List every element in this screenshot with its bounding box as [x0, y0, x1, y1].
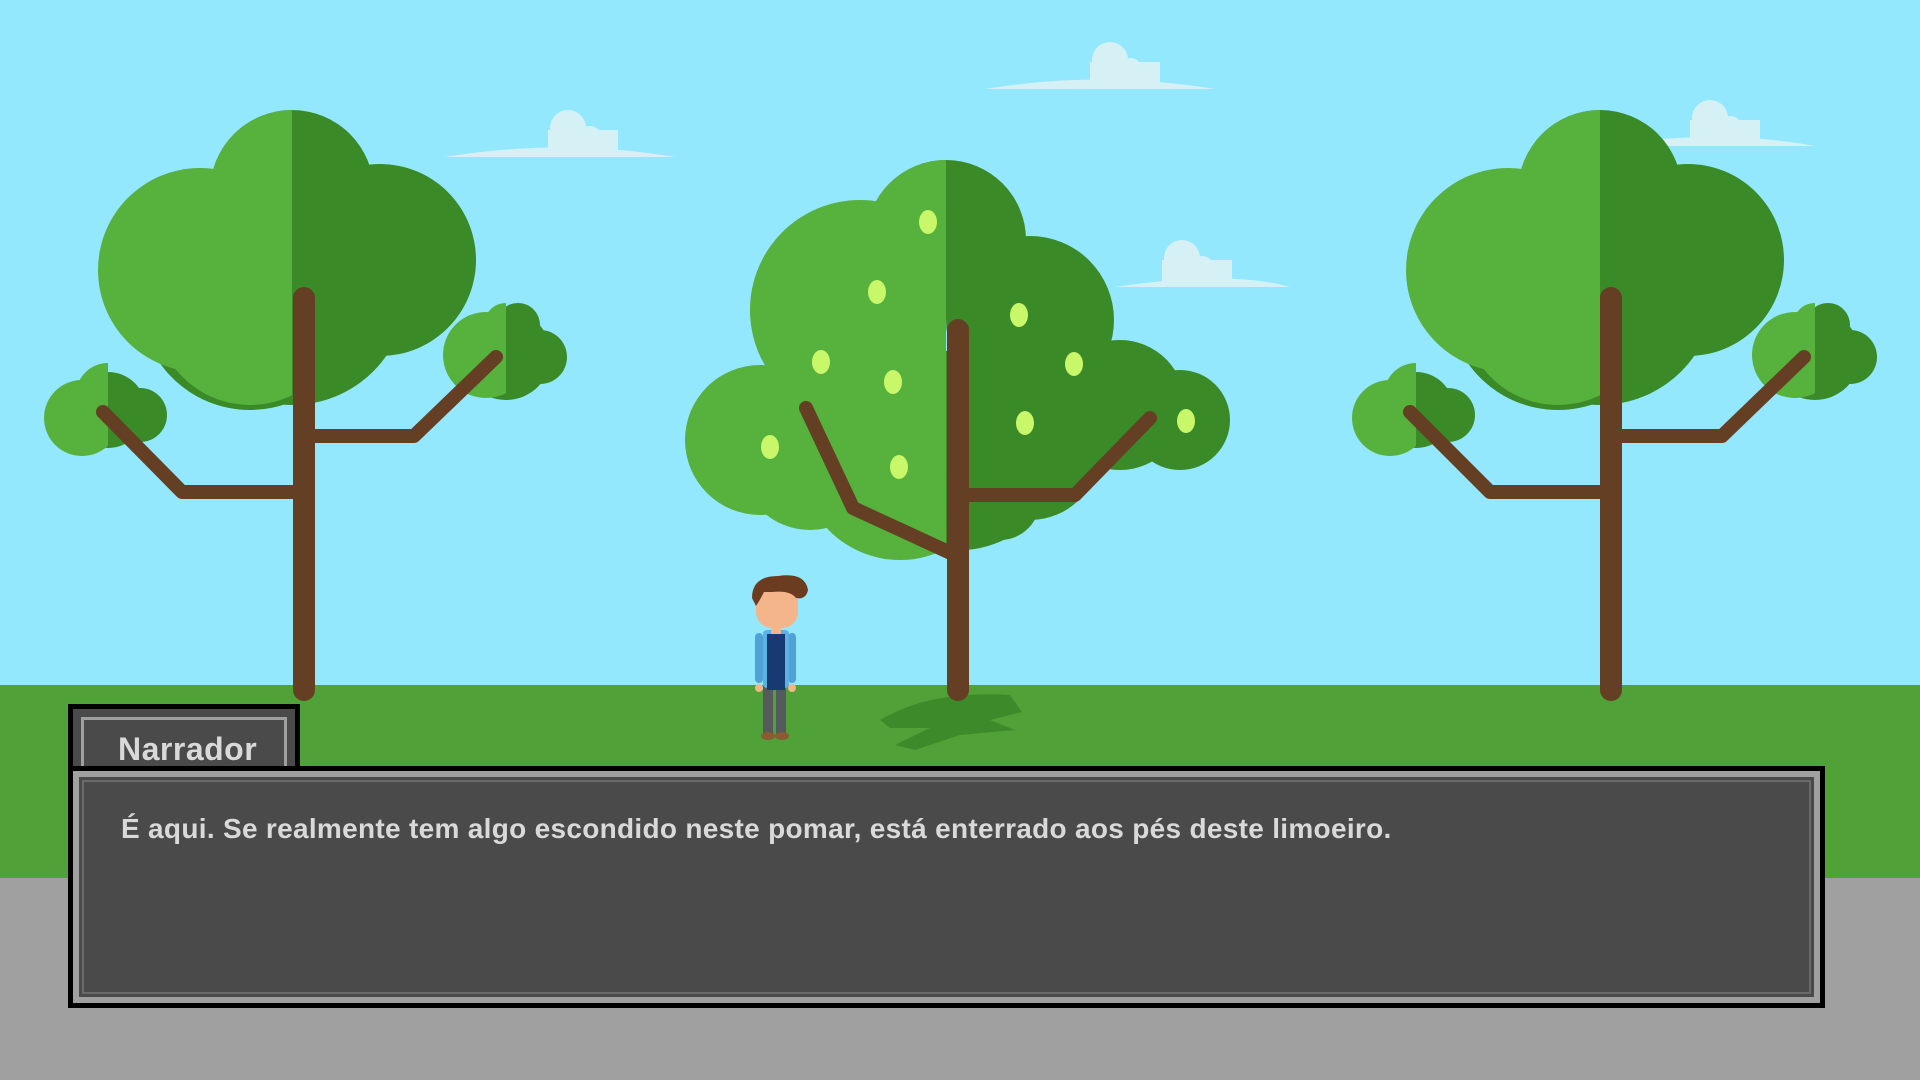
dialogue-box[interactable]: É aqui. Se realmente tem algo escondido …: [68, 766, 1825, 1008]
dialogue-text: É aqui. Se realmente tem algo escondido …: [121, 813, 1392, 844]
dialogue-frame: É aqui. Se realmente tem algo escondido …: [73, 771, 1820, 1003]
speaker-name: Narrador: [118, 731, 258, 767]
